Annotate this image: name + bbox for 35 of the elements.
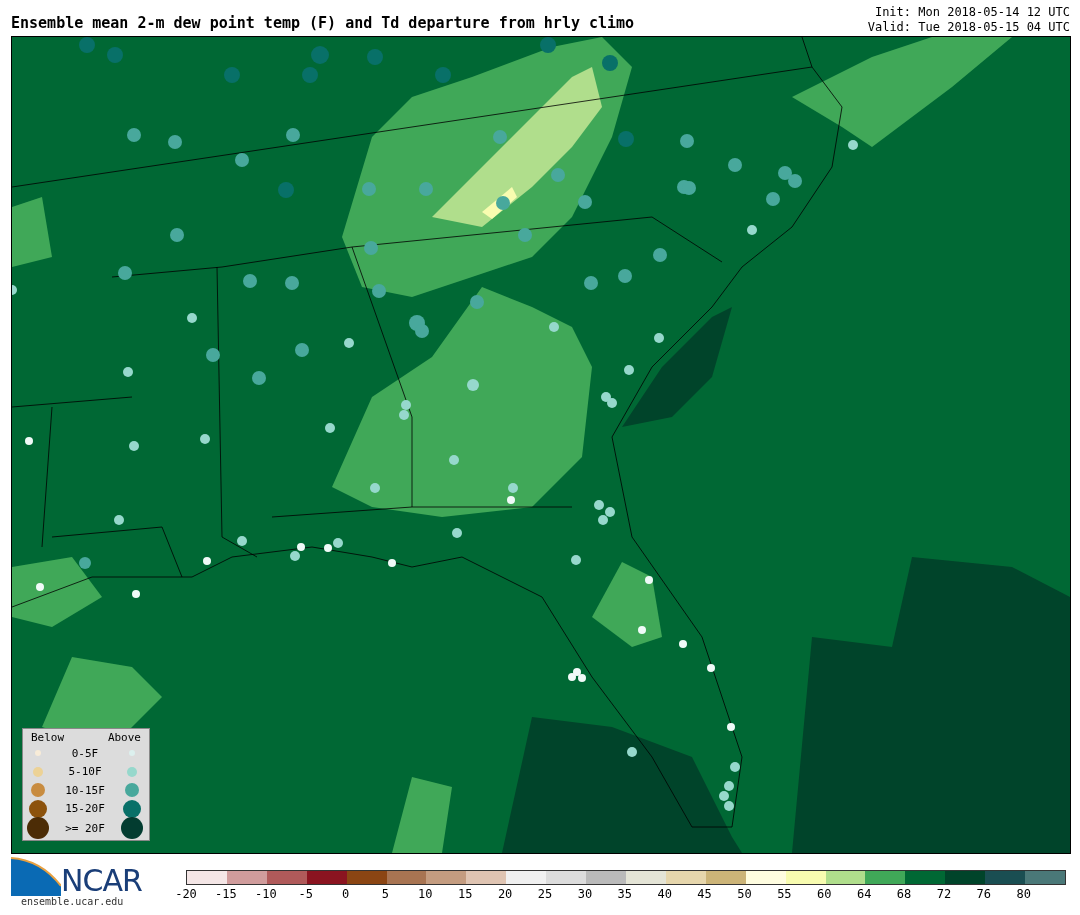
scale-tick-label: 60: [817, 887, 832, 901]
scale-tick-label: 45: [697, 887, 712, 901]
scale-tick-label: 64: [856, 887, 872, 901]
legend-label: 10-15F: [64, 783, 106, 797]
scale-tick-label: 76: [976, 887, 992, 901]
scale-tick-label: 55: [777, 887, 792, 901]
scale-tick-label: 30: [577, 887, 593, 901]
scale-tick-label: 35: [617, 887, 632, 901]
legend-heading: Above: [107, 731, 141, 744]
scale-tick-label: -20: [175, 887, 197, 901]
scale-tick-label: 5: [381, 887, 390, 901]
scale-tick-label: -10: [254, 887, 277, 901]
scale-tick-label: 15: [458, 887, 473, 901]
valid-time: Valid: Tue 2018-05-15 04 UTC: [867, 20, 1070, 35]
scale-tick-label: 10: [418, 887, 433, 901]
scale-tick-label: -15: [215, 887, 237, 901]
scale-tick-label: -5: [298, 887, 313, 901]
scale-tick-label: 68: [896, 887, 912, 901]
init-time: Init: Mon 2018-05-14 12 UTC: [874, 5, 1070, 20]
scale-tick-label: 72: [936, 887, 952, 901]
scale-tick-label: 20: [497, 887, 513, 901]
legend-label: 5-10F: [67, 765, 103, 779]
scale-tick-label: 50: [737, 887, 752, 901]
legend-label: 15-20F: [64, 802, 106, 816]
legend-heading: Below: [31, 731, 65, 744]
logo-wordmark: NCAR: [61, 866, 142, 896]
site-url: ensemble.ucar.edu: [20, 896, 125, 907]
legend-label: 0-5F: [70, 746, 100, 760]
scale-tick-label: 0: [341, 887, 350, 901]
logo-swoosh-icon: [11, 856, 61, 896]
chart-title: Ensemble mean 2-m dew point temp (F) and Td departure from hrly climo: [11, 14, 635, 34]
scale-tick-label: 80: [1016, 887, 1031, 901]
legend-label: >= 20F: [64, 821, 106, 835]
scale-tick-label: 25: [537, 887, 553, 901]
scale-tick-label: 40: [657, 887, 672, 901]
